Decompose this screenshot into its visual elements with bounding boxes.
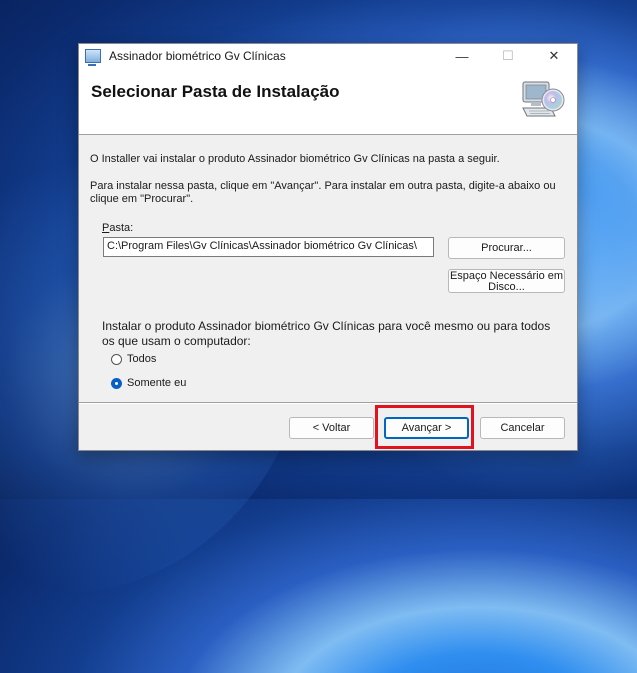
next-button-highlight — [375, 405, 474, 449]
wizard-header: Selecionar Pasta de Instalação — [79, 68, 577, 135]
maximize-button[interactable]: ☐ — [485, 44, 531, 68]
title-bar[interactable]: Assinador biométrico Gv Clínicas — ☐ ✕ — [79, 44, 577, 68]
radio-option-somente-eu[interactable]: Somente eu — [111, 377, 186, 389]
folder-path-input[interactable]: C:\Program Files\Gv Clínicas\Assinador b… — [103, 237, 434, 257]
install-scope-question-line1: Instalar o produto Assinador biométrico … — [102, 319, 551, 333]
install-scope-question-line2: os que usam o computador: — [102, 334, 251, 348]
footer-separator — [79, 402, 577, 404]
disk-space-button[interactable]: Espaço Necessário em Disco... — [448, 269, 565, 293]
install-scope-question: Instalar o produto Assinador biométrico … — [102, 319, 572, 349]
radio-checked-icon[interactable] — [111, 377, 122, 389]
window-title: Assinador biométrico Gv Clínicas — [109, 49, 286, 63]
installer-app-icon — [85, 49, 101, 66]
minimize-icon: — — [455, 48, 469, 64]
radio-option-todos[interactable]: Todos — [111, 353, 156, 365]
computer-cd-icon — [522, 81, 565, 117]
page-title: Selecionar Pasta de Instalação — [91, 82, 340, 101]
folder-label-rest: asta: — [109, 222, 134, 234]
back-button[interactable]: < Voltar — [289, 417, 374, 439]
disk-space-label-line2: Disco... — [488, 281, 525, 293]
close-icon: ✕ — [548, 48, 560, 63]
browse-button[interactable]: Procurar... — [448, 237, 565, 259]
radio-label-somente-eu: Somente eu — [127, 377, 187, 389]
folder-label: Pasta: — [102, 222, 133, 234]
installer-window: Assinador biométrico Gv Clínicas — ☐ ✕ S… — [78, 43, 578, 451]
instructions-text-line1: Para instalar nessa pasta, clique em "Av… — [90, 180, 556, 192]
close-button[interactable]: ✕ — [531, 44, 577, 68]
cancel-button[interactable]: Cancelar — [480, 417, 565, 439]
radio-unchecked-icon[interactable] — [111, 353, 122, 365]
intro-text: O Installer vai instalar o produto Assin… — [90, 153, 500, 165]
maximize-icon: ☐ — [502, 48, 514, 63]
radio-label-todos: Todos — [127, 353, 157, 365]
minimize-button[interactable]: — — [439, 44, 485, 68]
instructions-text-line2: clique em "Procurar". — [90, 193, 194, 205]
